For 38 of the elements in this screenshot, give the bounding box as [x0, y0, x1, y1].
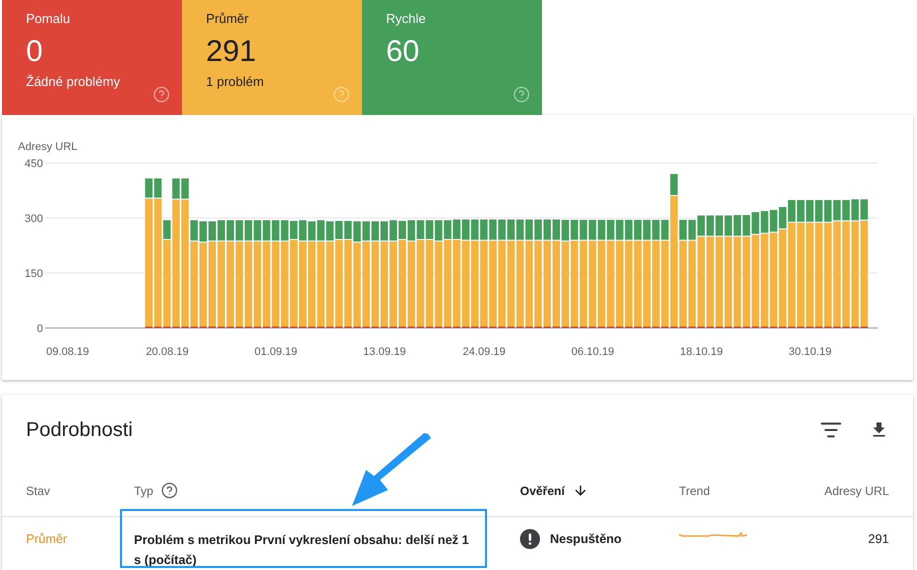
summary-tile[interactable]: Pomalu 0 Žádné problémy: [2, 0, 182, 115]
warning-icon: [520, 529, 540, 549]
axis-tick-label: 09.08.19: [46, 346, 90, 358]
tile-label: Pomalu: [26, 10, 72, 28]
axis-tick-label: 30.10.19: [788, 346, 832, 358]
axis-tick-label: 150: [24, 268, 43, 280]
axis-tick-label: 01.09.19: [254, 346, 298, 358]
issue-type[interactable]: Problém s metrikou První vykreslení obsahu: delší než 1 s (počítač): [134, 530, 479, 570]
axis-tick-label: 450: [24, 158, 43, 170]
axis-tick-label: 13.09.19: [363, 346, 406, 358]
column-header[interactable]: Ověření: [520, 482, 565, 500]
axis-tick-label: 20.08.19: [146, 346, 189, 358]
status-label: Průměr: [26, 532, 67, 546]
tile-label: Rychle: [386, 10, 427, 28]
axis-tick-label: 24.09.19: [462, 346, 506, 358]
column-header[interactable]: Stav: [26, 482, 50, 500]
column-header[interactable]: Trend: [679, 482, 710, 500]
axis-tick-label: 06.10.19: [571, 346, 614, 358]
url-count: 291: [868, 531, 889, 548]
column-header[interactable]: Typ: [134, 482, 154, 500]
tile-value: 60: [386, 34, 420, 70]
trend-sparkline: [679, 532, 747, 540]
section-title: Podrobnosti: [26, 418, 134, 443]
tile-subtitle: 1 problém: [206, 73, 265, 91]
tile-value: 291: [206, 34, 258, 70]
tile-value: 0: [26, 34, 44, 70]
column-header[interactable]: Adresy URL: [824, 482, 889, 500]
axis-tick-label: 300: [24, 213, 43, 225]
help-icon[interactable]: [161, 482, 178, 499]
tile-subtitle: Žádné problémy: [26, 73, 121, 91]
tile-label: Průměr: [206, 10, 250, 28]
axis-tick-label: 18.10.19: [680, 346, 723, 358]
sort-arrow-icon[interactable]: [572, 483, 588, 498]
axis-tick-label: 0: [36, 323, 43, 335]
validation-status: Nespuštěno: [550, 530, 622, 548]
summary-tile[interactable]: Rychle 60: [362, 0, 542, 115]
summary-tile[interactable]: Průměr 291 1 problém: [182, 0, 362, 115]
axis-title: Adresy URL: [18, 141, 78, 153]
